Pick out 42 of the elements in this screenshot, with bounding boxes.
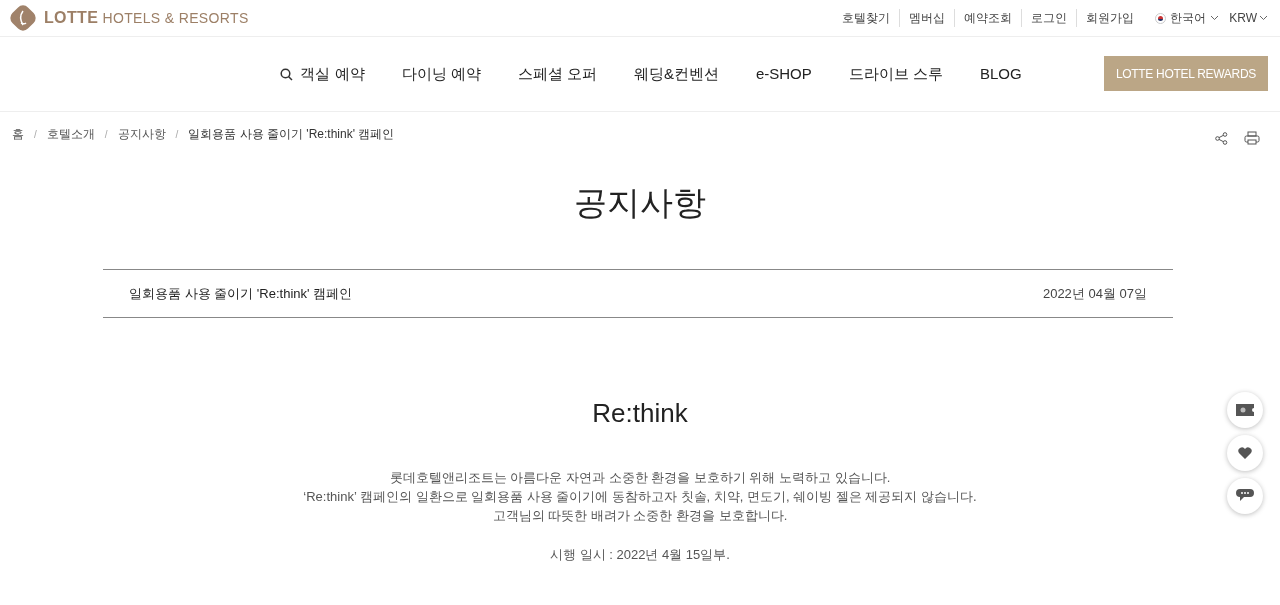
article-note: 시행 일시 : 2022년 4월 15일부. [550,546,730,564]
currency-selector[interactable]: KRW [1229,9,1257,27]
share-icon[interactable] [1215,131,1228,145]
chat-button[interactable] [1227,478,1263,514]
nav-link[interactable]: 다이닝 예약 [401,62,481,86]
nav-link[interactable]: 객실 예약 [280,62,365,86]
breadcrumb-link[interactable]: 호텔소개 [46,125,95,143]
breadcrumb-link[interactable]: 일회용품 사용 줄이기 'Re:think' 캠페인 [188,125,395,143]
article-paragraph: 롯데호텔앤리조트는 아름다운 자연과 소중한 환경을 보호하기 위해 노력하고 있습니다. [389,469,891,487]
breadcrumb-separator: / [174,127,180,142]
wishlist-button[interactable] [1227,435,1263,471]
utility-link[interactable]: 예약조회 [955,9,1023,27]
flag-icon [1155,12,1167,24]
utility-link[interactable]: 회원가입 [1077,9,1144,27]
nav-link[interactable]: 드라이브 스루 [848,62,943,86]
nav-link[interactable]: 스페셜 오퍼 [517,62,597,86]
page-title: 공지사항 [573,183,707,223]
utility-link[interactable]: 호텔찾기 [833,9,901,27]
notice-title: 일회용품 사용 줄이기 'Re:think' 캠페인 [129,284,353,303]
chevron-down-icon [1210,15,1220,21]
breadcrumb-separator: / [103,127,109,142]
breadcrumb-link[interactable]: 홈 [12,125,24,143]
heart-icon [1238,447,1252,459]
breadcrumb-link[interactable]: 공지사항 [117,125,166,143]
utility-link[interactable]: 멤버십 [900,9,956,27]
utility-link[interactable]: 로그인 [1022,9,1078,27]
search-icon [280,67,294,81]
nav-link[interactable]: 웨딩&컨벤션 [633,62,719,86]
article-heading: Re:think [592,397,688,430]
chevron-down-icon [1259,15,1268,21]
chat-icon [1236,489,1254,503]
notice-date: 2022년 04월 07일 [1042,284,1147,303]
nav-link[interactable]: e-SHOP [755,62,812,86]
ticket-icon [1236,404,1254,416]
article-paragraph: ‘Re:think’ 캠페인의 일환으로 일회용품 사용 줄이기에 동참하고자 칫솔, 치약, 면도기, 쉐이빙 젤은 제공되지 않습니다. [303,488,977,506]
ticket-button[interactable] [1227,392,1263,428]
logo-text[interactable]: LOTTE HOTELS & RESORTS [44,6,249,30]
print-icon[interactable] [1244,131,1260,145]
article-paragraph: 고객님의 따뜻한 배려가 소중한 환경을 보호합니다. [492,507,788,525]
language-selector[interactable]: 한국어 [1170,9,1207,27]
nav-link[interactable]: BLOG [979,62,1022,86]
breadcrumb-separator: / [33,127,38,142]
